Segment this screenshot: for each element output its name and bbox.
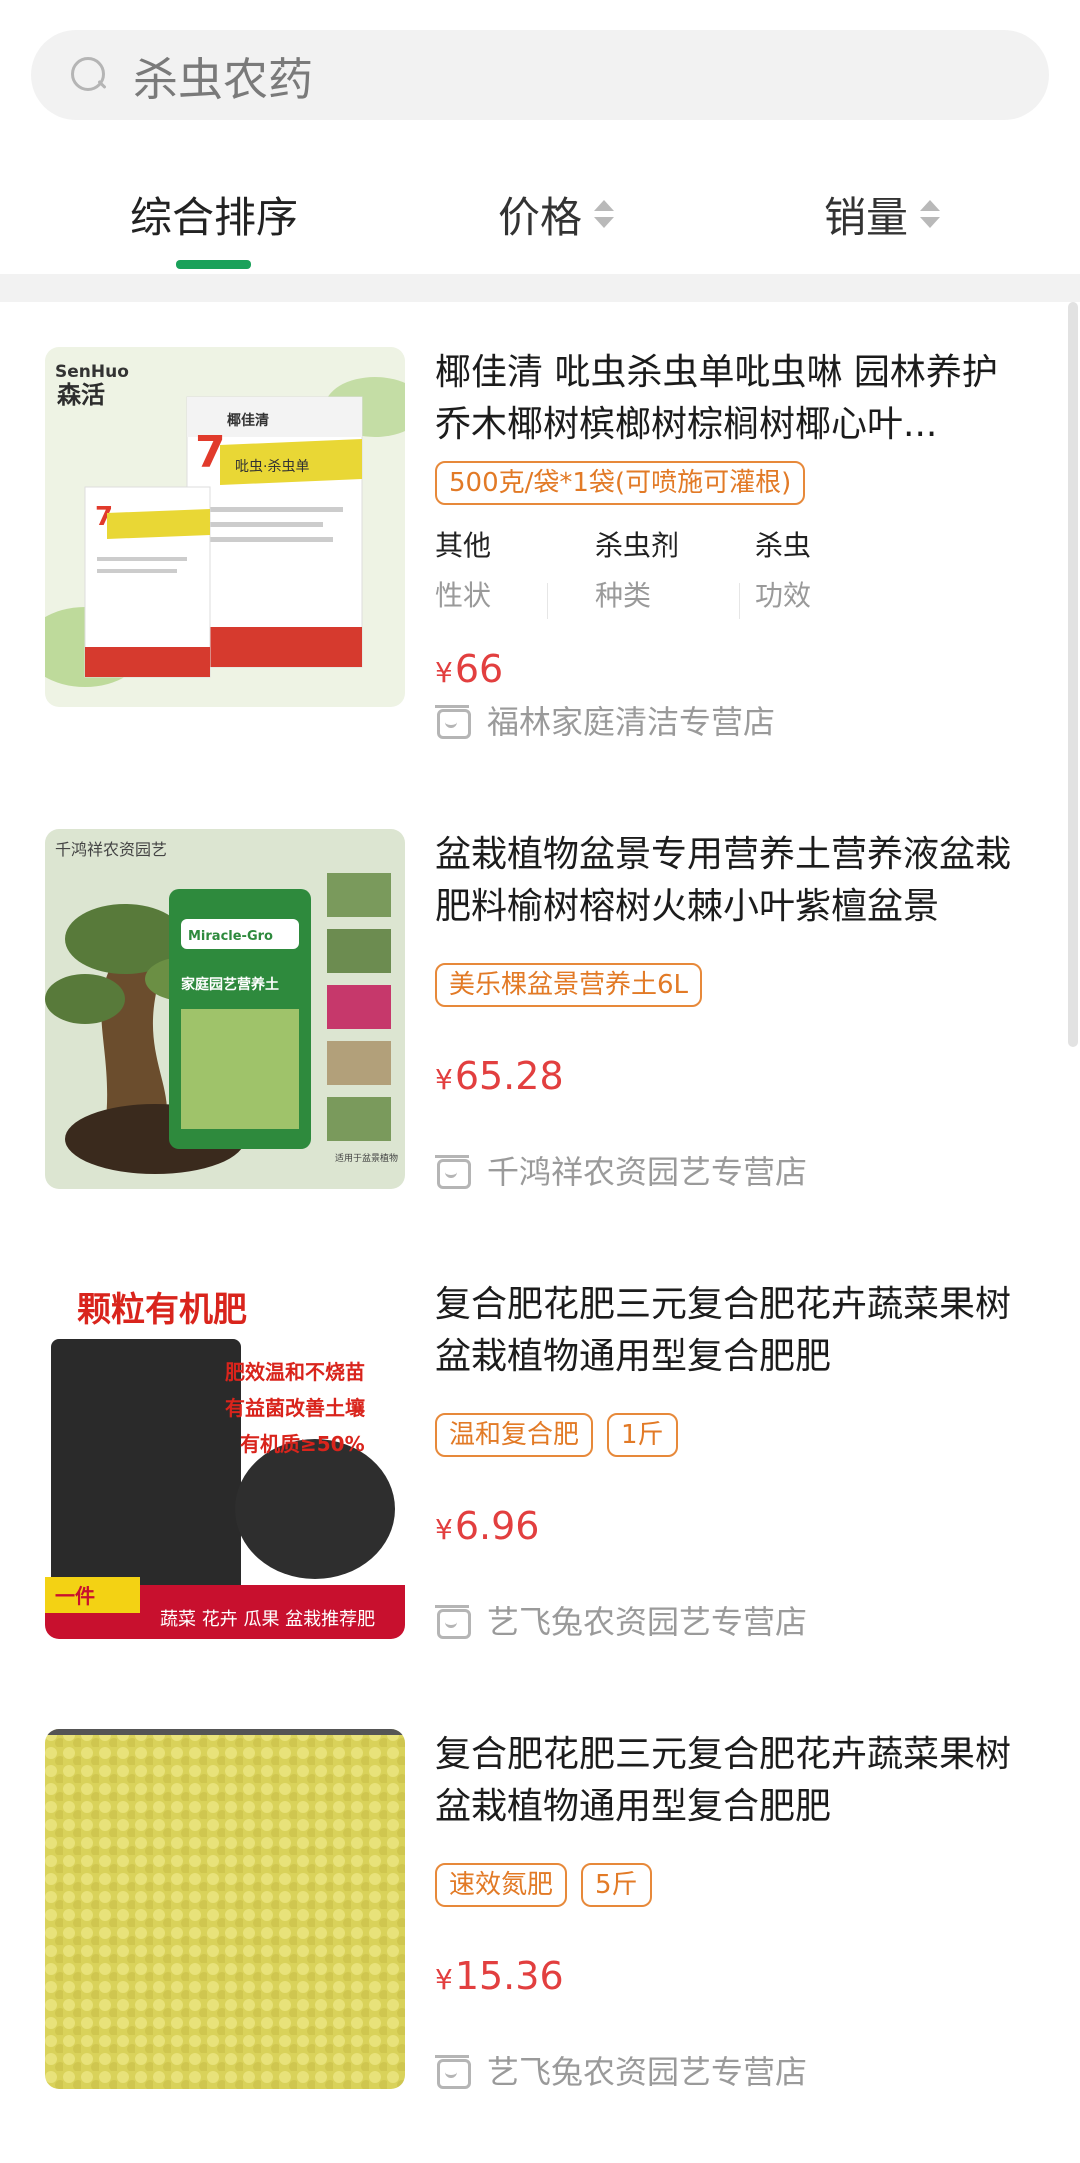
product-title[interactable]: 盆栽植物盆景专用营养土营养液盆栽肥料榆树榕树火棘小叶紫檀盆景 (435, 829, 1025, 933)
store-icon (435, 1153, 471, 1189)
sort-tab-label: 综合排序 (130, 192, 299, 242)
store-name: 福林家庭清洁专营店 (487, 703, 776, 741)
spec-tag: 1斤 (607, 1413, 678, 1457)
band-text: 吡虫·杀虫单 (235, 459, 309, 475)
attribute-value: 杀虫 (755, 529, 812, 562)
line1-text: 肥效温和不烧苗 (225, 1360, 365, 1384)
store-link[interactable]: 福林家庭清洁专营店 (435, 697, 775, 743)
store-link[interactable]: 艺飞兔农资园艺专营店 (435, 2047, 807, 2093)
line3-text: 有机质≥50% (240, 1432, 365, 1456)
product-image[interactable]: SenHuo 森活 椰佳清 7 吡虫·杀虫单 7 (45, 347, 405, 707)
price-value: 65.28 (454, 1054, 564, 1098)
product-image[interactable] (45, 1729, 405, 2089)
sort-tab-label: 销量 (824, 192, 909, 242)
product-card[interactable]: 千鸿祥农资园艺 Miracle-Gro 家庭园艺营养土 适用于盆景植物 盆栽植物… (0, 829, 1068, 1229)
bag-brand-text: Miracle-Gro (188, 929, 273, 944)
headline-text: 颗粒有机肥 (77, 1290, 247, 1330)
spec-tag: 温和复合肥 (435, 1413, 594, 1457)
product-price: ¥6.96 (435, 1504, 539, 1548)
store-name: 艺飞兔农资园艺专营店 (487, 1603, 808, 1641)
product-price: ¥66 (435, 647, 503, 691)
attribute-item: 其他 性状 (435, 527, 595, 615)
bottom-text: 蔬菜 花卉 瓜果 盆栽推荐肥 (160, 1609, 375, 1630)
scrollbar[interactable] (1068, 302, 1078, 1047)
product-title[interactable]: 复合肥花肥三元复合肥花卉蔬菜果树盆栽植物通用型复合肥肥 (435, 1279, 1025, 1383)
spec-tag: 速效氮肥 (435, 1863, 568, 1907)
store-link[interactable]: 艺飞兔农资园艺专营店 (435, 1597, 807, 1643)
spec-tag: 美乐棵盆景营养土6L (435, 963, 703, 1007)
shop-text: 千鸿祥农资园艺 (55, 840, 167, 859)
product-price: ¥65.28 (435, 1054, 564, 1098)
store-icon (435, 1603, 471, 1639)
product-title[interactable]: 复合肥花肥三元复合肥花卉蔬菜果树盆栽植物通用型复合肥肥 (435, 1729, 1025, 1833)
sort-bar: 综合排序 价格 销量 (0, 170, 1080, 270)
store-name: 艺飞兔农资园艺专营店 (487, 2053, 808, 2091)
product-price: ¥15.36 (435, 1954, 564, 1998)
price-value: 6.96 (454, 1504, 540, 1548)
search-icon (67, 53, 111, 97)
currency-symbol: ¥ (435, 1513, 453, 1546)
product-name-text: 椰佳清 (227, 412, 269, 429)
product-tags: 温和复合肥 1斤 (435, 1413, 678, 1457)
line2-text: 有益菌改善土壤 (225, 1396, 366, 1420)
spec-tag: 500克/袋*1袋(可喷施可灌根) (435, 461, 806, 505)
product-image[interactable]: 颗粒有机肥 肥效温和不烧苗 有益菌改善土壤 有机质≥50% 一件 蔬菜 花卉 瓜… (45, 1279, 405, 1639)
price-value: 15.36 (454, 1954, 564, 1998)
active-tab-indicator (176, 260, 251, 269)
attribute-key: 功效 (755, 579, 812, 612)
product-attributes: 其他 性状 杀虫剂 种类 杀虫 功效 (435, 527, 915, 619)
attribute-value: 其他 (435, 529, 492, 562)
search-bar[interactable]: 杀虫农药 (31, 30, 1049, 120)
bag-label-text: 家庭园艺营养土 (181, 976, 279, 993)
product-tags: 速效氮肥 5斤 (435, 1863, 652, 1907)
attribute-item: 杀虫剂 种类 (595, 527, 755, 615)
search-input[interactable]: 杀虫农药 (133, 43, 313, 108)
product-card[interactable]: SenHuo 森活 椰佳清 7 吡虫·杀虫单 7 椰佳清 吡虫杀虫单吡虫啉 园林… (0, 347, 1068, 747)
store-link[interactable]: 千鸿祥农资园艺专营店 (435, 1147, 807, 1193)
price-value: 66 (454, 647, 504, 691)
store-icon (435, 703, 471, 739)
product-tags: 500克/袋*1袋(可喷施可灌根) (435, 461, 806, 505)
attribute-key: 种类 (595, 579, 652, 612)
store-icon (435, 2053, 471, 2089)
attribute-value: 杀虫剂 (595, 529, 680, 562)
product-image[interactable]: 千鸿祥农资园艺 Miracle-Gro 家庭园艺营养土 适用于盆景植物 (45, 829, 405, 1189)
store-name: 千鸿祥农资园艺专营店 (487, 1153, 808, 1191)
section-divider (0, 274, 1080, 302)
brand-en-text: SenHuo (55, 362, 129, 382)
attribute-divider (547, 583, 548, 619)
currency-symbol: ¥ (435, 656, 453, 689)
sort-arrows-icon (594, 200, 615, 228)
product-card[interactable]: 复合肥花肥三元复合肥花卉蔬菜果树盆栽植物通用型复合肥肥 速效氮肥 5斤 ¥15.… (0, 1729, 1068, 2129)
currency-symbol: ¥ (435, 1063, 453, 1096)
sort-tab-label: 价格 (498, 192, 583, 242)
sort-tab-price[interactable]: 价格 (498, 184, 615, 244)
sort-tab-sales[interactable]: 销量 (824, 184, 941, 244)
attribute-divider (739, 583, 740, 619)
attribute-key: 性状 (435, 579, 492, 612)
badge-text: 一件 (55, 1584, 95, 1608)
spec-tag: 5斤 (581, 1863, 652, 1907)
brand-cn-text: 森活 (57, 381, 105, 409)
product-card[interactable]: 颗粒有机肥 肥效温和不烧苗 有益菌改善土壤 有机质≥50% 一件 蔬菜 花卉 瓜… (0, 1279, 1068, 1679)
side-note-text: 适用于盆景植物 (335, 1152, 398, 1164)
currency-symbol: ¥ (435, 1963, 453, 1996)
sort-arrows-icon (920, 200, 941, 228)
sort-tab-comprehensive[interactable]: 综合排序 (130, 184, 298, 244)
product-title[interactable]: 椰佳清 吡虫杀虫单吡虫啉 园林养护乔木椰树槟榔树棕榈树椰心叶... (435, 347, 1025, 451)
attribute-item: 杀虫 功效 (755, 527, 915, 615)
product-tags: 美乐棵盆景营养土6L (435, 963, 703, 1007)
